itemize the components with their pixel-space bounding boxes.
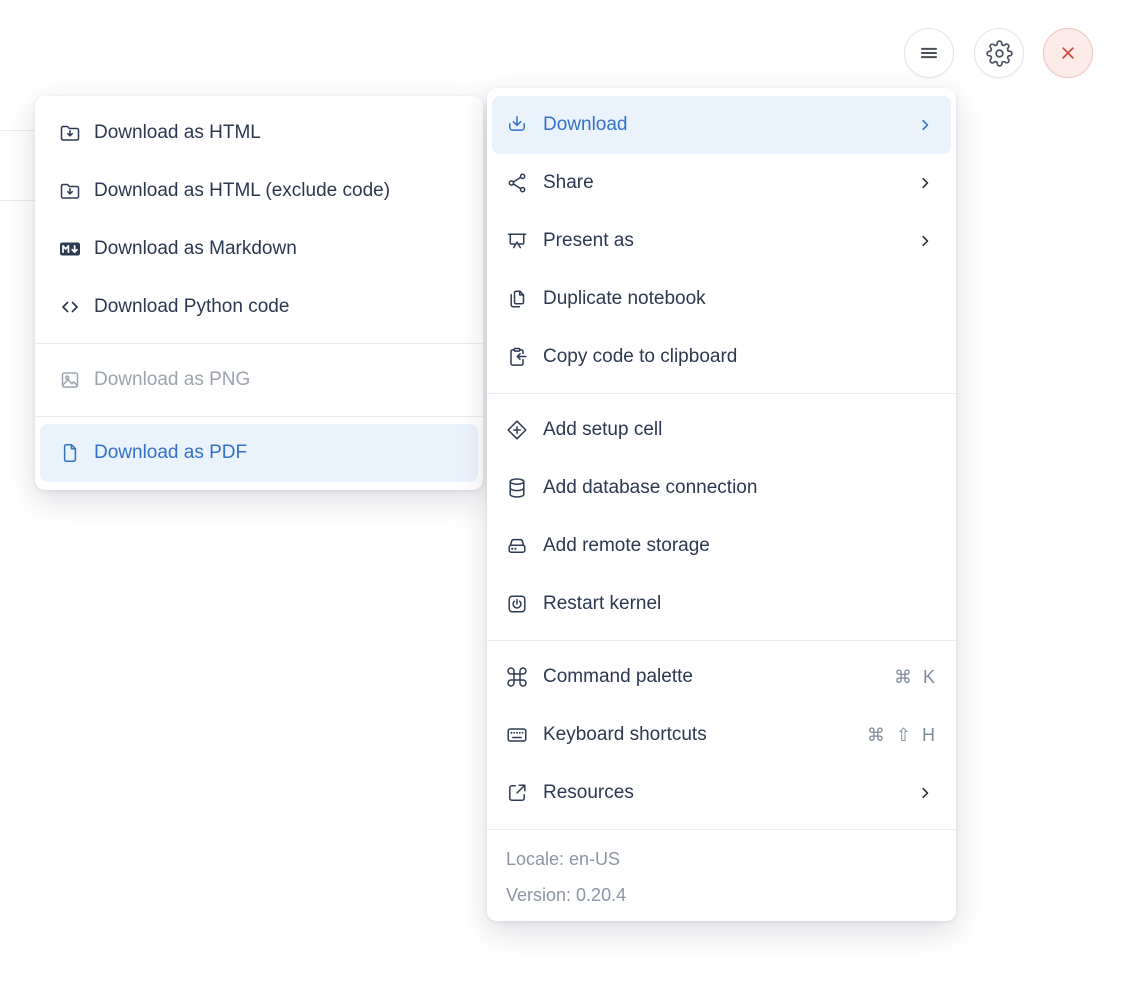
locale-info: Locale: en-US — [506, 848, 621, 869]
menu-item-label: Add remote storage — [543, 535, 710, 556]
menu-item-present-as[interactable]: Present as — [492, 212, 951, 270]
code-icon — [58, 295, 82, 319]
notebook-main-menu: Download Share Present as Duplicate note… — [487, 88, 956, 921]
menu-divider — [487, 393, 956, 394]
image-icon — [58, 368, 82, 392]
chevron-right-icon — [915, 173, 935, 193]
gear-icon — [985, 39, 1013, 67]
duplicate-icon — [505, 287, 529, 311]
menu-item-label: Keyboard shortcuts — [543, 724, 707, 745]
download-icon — [505, 113, 529, 137]
keyboard-icon — [505, 723, 529, 747]
keyboard-shortcut-hint: ⌘ K — [893, 666, 935, 687]
menu-item-label: Resources — [543, 782, 634, 803]
version-info: Version: 0.20.4 — [506, 884, 627, 905]
menu-item-label: Download Python code — [94, 296, 290, 317]
menu-divider — [487, 829, 956, 830]
background-cell-border — [0, 200, 36, 201]
menu-item-label: Download as PNG — [94, 369, 251, 390]
chevron-right-icon — [915, 783, 935, 803]
restart-kernel-icon — [505, 592, 529, 616]
share-icon — [505, 171, 529, 195]
menu-item-copy-code-to-clipboard[interactable]: Copy code to clipboard — [492, 328, 951, 386]
menu-item-download-as-pdf[interactable]: Download as PDF — [40, 424, 478, 482]
menu-item-download-as-html-exclude-code[interactable]: Download as HTML (exclude code) — [40, 162, 478, 220]
menu-item-resources[interactable]: Resources — [492, 764, 951, 822]
menu-item-label: Add database connection — [543, 477, 758, 498]
close-icon — [1055, 40, 1081, 66]
download-submenu: Download as HTML Download as HTML (exclu… — [35, 96, 483, 490]
keyboard-shortcut-hint: ⌘ ⇧ H — [866, 724, 935, 745]
menu-item-label: Command palette — [543, 666, 693, 687]
menu-item-keyboard-shortcuts[interactable]: Keyboard shortcuts ⌘ ⇧ H — [492, 706, 951, 764]
menu-item-label: Copy code to clipboard — [543, 346, 738, 367]
hamburger-icon — [916, 40, 942, 66]
remote-storage-icon — [505, 534, 529, 558]
clipboard-import-icon — [505, 345, 529, 369]
folder-download-icon — [58, 121, 82, 145]
main-menu-button[interactable] — [904, 28, 954, 78]
menu-item-label: Download as PDF — [94, 442, 248, 463]
menu-item-label: Restart kernel — [543, 593, 662, 614]
menu-footer: Locale: en-US Version: 0.20.4 — [487, 837, 956, 913]
chevron-right-icon — [915, 231, 935, 251]
diamond-plus-icon — [505, 418, 529, 442]
menu-item-label: Add setup cell — [543, 419, 663, 440]
menu-item-label: Download as HTML — [94, 122, 261, 143]
menu-divider — [487, 640, 956, 641]
menu-item-label: Present as — [543, 230, 634, 251]
chevron-right-icon — [915, 115, 935, 135]
menu-item-download-as-markdown[interactable]: Download as Markdown — [40, 220, 478, 278]
menu-item-add-remote-storage[interactable]: Add remote storage — [492, 517, 951, 575]
menu-item-label: Duplicate notebook — [543, 288, 706, 309]
settings-button[interactable] — [974, 28, 1024, 78]
menu-item-label: Download — [543, 114, 628, 135]
presentation-icon — [505, 229, 529, 253]
menu-item-download-python-code[interactable]: Download Python code — [40, 278, 478, 336]
external-link-icon — [505, 781, 529, 805]
menu-item-label: Download as HTML (exclude code) — [94, 180, 391, 201]
menu-item-share[interactable]: Share — [492, 154, 951, 212]
folder-download-icon — [58, 179, 82, 203]
database-icon — [505, 476, 529, 500]
menu-item-duplicate-notebook[interactable]: Duplicate notebook — [492, 270, 951, 328]
background-cell-border — [0, 130, 36, 131]
menu-item-add-database-connection[interactable]: Add database connection — [492, 459, 951, 517]
file-icon — [58, 441, 82, 465]
notebook-app-screen: Download as HTML Download as HTML (exclu… — [0, 0, 1130, 986]
command-icon — [505, 665, 529, 689]
menu-item-download-as-png: Download as PNG — [40, 351, 478, 409]
menu-item-download-as-html[interactable]: Download as HTML — [40, 104, 478, 162]
menu-divider — [35, 343, 483, 344]
menu-item-label: Download as Markdown — [94, 238, 297, 259]
markdown-icon — [58, 237, 82, 261]
menu-item-label: Share — [543, 172, 594, 193]
menu-item-download[interactable]: Download — [492, 96, 951, 154]
menu-item-add-setup-cell[interactable]: Add setup cell — [492, 401, 951, 459]
close-button[interactable] — [1043, 28, 1093, 78]
menu-item-command-palette[interactable]: Command palette ⌘ K — [492, 648, 951, 706]
menu-divider — [35, 416, 483, 417]
menu-item-restart-kernel[interactable]: Restart kernel — [492, 575, 951, 633]
